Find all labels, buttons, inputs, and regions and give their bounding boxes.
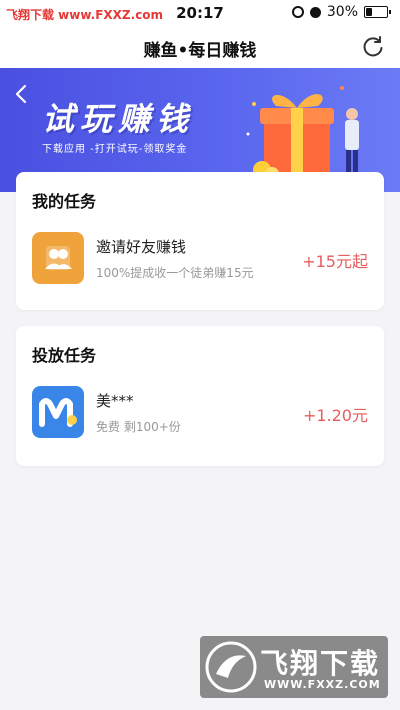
app-m-icon xyxy=(32,386,84,438)
task-reward: +1.20元 xyxy=(302,406,368,425)
invite-friends-task[interactable]: 邀请好友赚钱 100%提成收一个徒弟赚15元 +15元起 xyxy=(16,232,384,292)
banner-subtitle: 下载应用 -打开试玩-领取奖金 xyxy=(42,144,188,155)
watermark-text: 飞翔下载 xyxy=(260,647,381,680)
gift-box-illustration xyxy=(244,86,360,184)
banner-title: 试玩赚钱 xyxy=(42,100,195,138)
task-reward: +15元起 xyxy=(302,252,368,271)
task-description: 100%提成收一个徒弟赚15元 xyxy=(96,266,254,280)
rotation-lock-icon xyxy=(291,6,304,18)
status-indicators: 30% xyxy=(291,4,391,20)
nav-bar: 赚鱼•每日赚钱 xyxy=(0,26,400,68)
battery-percent: 30% xyxy=(326,4,358,20)
ad-tasks-title: 投放任务 xyxy=(32,346,97,365)
task-description: 免费 剩100+份 xyxy=(96,420,181,434)
my-tasks-title: 我的任务 xyxy=(32,192,97,211)
app-trial-task[interactable]: 美*** 免费 剩100+份 +1.20元 xyxy=(16,386,384,446)
alarm-icon xyxy=(309,6,321,18)
invite-friends-icon xyxy=(32,232,84,284)
battery-level xyxy=(366,8,372,16)
ad-tasks-card: 投放任务 美*** 免费 剩100+份 +1.20元 xyxy=(16,326,384,466)
watermark-logo: 飞翔下载 WWW.FXXZ.COM xyxy=(200,636,388,698)
back-chevron-icon[interactable] xyxy=(10,82,34,106)
watermark-url: WWW.FXXZ.COM xyxy=(264,678,381,691)
battery-icon xyxy=(364,6,391,18)
fxxz-logo-icon xyxy=(205,641,257,693)
status-bar: 飞翔下载 www.FXXZ.com 20:17 30% xyxy=(0,0,400,26)
task-name: 邀请好友赚钱 xyxy=(96,238,187,256)
task-name: 美*** xyxy=(96,392,134,410)
refresh-icon[interactable] xyxy=(360,34,386,60)
page-title: 赚鱼•每日赚钱 xyxy=(143,41,257,61)
my-tasks-card: 我的任务 邀请好友赚钱 100%提成收一个徒弟赚15元 +15元起 xyxy=(16,172,384,310)
